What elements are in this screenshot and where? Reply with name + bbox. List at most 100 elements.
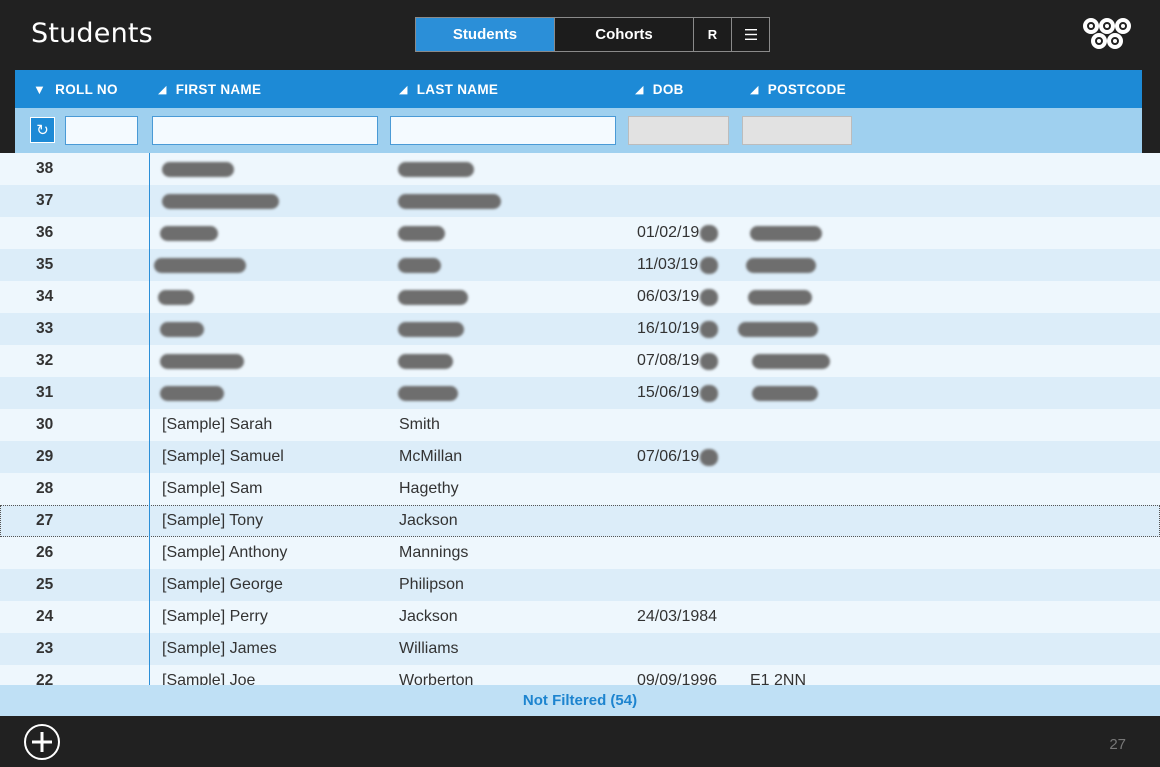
footer-bar: 27 [0,716,1160,767]
table-row[interactable]: 37 [0,185,1160,217]
menu-button[interactable] [732,18,769,51]
column-header-roll-no[interactable]: ▼ ROLL NO [33,70,118,108]
redaction-blur [750,226,822,241]
first-name-cell: [Sample] Samuel [162,448,284,465]
table-row[interactable]: 33 16/10/19 [0,313,1160,345]
filter-status: Not Filtered (54) [0,685,1160,716]
roll-no-cell: 38 [36,160,54,177]
view-switcher: Students Cohorts R [415,17,770,52]
redaction-blur [746,258,816,273]
redaction-blur [160,226,218,241]
column-divider [149,153,150,685]
redaction-blur [154,258,246,273]
roll-no-cell: 37 [36,192,54,209]
table-row[interactable]: 23 [Sample] James Williams [0,633,1160,665]
roll-no-cell: 29 [36,448,54,465]
r-button[interactable]: R [694,18,732,51]
roll-no-cell: 26 [36,544,54,561]
roll-no-cell: 35 [36,256,54,273]
table-row[interactable]: 26 [Sample] Anthony Mannings [0,537,1160,569]
roll-no-cell: 34 [36,288,54,305]
postcode-filter-input[interactable] [742,116,852,145]
last-name-filter-input[interactable] [390,116,616,145]
roll-no-cell: 25 [36,576,54,593]
first-name-cell: [Sample] Sam [162,480,263,497]
redaction-blur [700,449,718,466]
roll-no-cell: 27 [36,512,54,529]
roll-no-filter-input[interactable] [65,116,138,145]
first-name-cell: [Sample] Perry [162,608,268,625]
tab-students[interactable]: Students [416,18,555,51]
redaction-blur [158,290,194,305]
last-name-cell: Hagethy [399,480,459,497]
table-row[interactable]: 34 06/03/19 [0,281,1160,313]
redaction-blur [700,321,718,338]
dob-cell: 07/08/19 [637,352,700,369]
last-name-cell: Mannings [399,544,469,561]
last-name-cell: Jackson [399,512,458,529]
table-row[interactable]: 24 [Sample] Perry Jackson 24/03/1984 [0,601,1160,633]
dob-cell: 15/06/19 [637,384,700,401]
dob-filter-input[interactable] [628,116,729,145]
dob-cell: 24/03/1984 [637,608,718,625]
last-name-cell: Jackson [399,608,458,625]
table-row[interactable]: 29 [Sample] Samuel McMillan 07/06/19 [0,441,1160,473]
redaction-blur [398,162,474,177]
first-name-cell: [Sample] Tony [162,512,264,529]
redaction-blur [160,322,204,337]
first-name-cell: [Sample] Joe [162,672,256,685]
first-name-filter-input[interactable] [152,116,378,145]
dob-cell: 07/06/19 [637,448,700,465]
grid-header: ▼ ROLL NO ◢ FIRST NAME ◢ LAST NAME ◢ DOB… [15,70,1142,108]
redaction-blur [748,290,812,305]
table-row[interactable]: 32 07/08/19 [0,345,1160,377]
refresh-icon: ↻ [36,122,49,139]
add-student-button[interactable] [24,724,60,760]
redaction-blur [398,322,464,337]
table-row[interactable]: 31 15/06/19 [0,377,1160,409]
table-row[interactable]: 30 [Sample] Sarah Smith [0,409,1160,441]
column-header-dob[interactable]: ◢ DOB [635,70,684,108]
table-row[interactable]: 36 01/02/19 [0,217,1160,249]
redaction-blur [398,258,441,273]
table-row[interactable]: 35 11/03/19 [0,249,1160,281]
roll-no-cell: 30 [36,416,54,433]
redaction-blur [700,289,718,306]
table-row[interactable]: 27 [Sample] Tony Jackson [0,505,1160,537]
redaction-blur [700,257,718,274]
dob-cell: 01/02/19 [637,224,700,241]
dob-cell: 11/03/19 [637,256,699,273]
sortable-icon: ◢ [750,83,759,96]
column-header-last-name[interactable]: ◢ LAST NAME [399,70,498,108]
menu-icon [744,29,757,40]
filter-row: ↻ [15,108,1142,153]
dob-cell: 06/03/19 [637,288,700,305]
app-logo-icon [1083,18,1131,49]
refresh-button[interactable]: ↻ [30,117,55,143]
first-name-cell: [Sample] Sarah [162,416,273,433]
redaction-blur [738,322,818,337]
redaction-blur [160,354,244,369]
redaction-blur [398,290,468,305]
roll-no-cell: 36 [36,224,54,241]
dob-cell: 09/09/1996 [637,672,718,685]
table-row[interactable]: 25 [Sample] George Philipson [0,569,1160,601]
column-header-first-name[interactable]: ◢ FIRST NAME [158,70,261,108]
redaction-blur [160,386,224,401]
roll-no-cell: 23 [36,640,54,657]
column-header-postcode[interactable]: ◢ POSTCODE [750,70,846,108]
first-name-cell: [Sample] George [162,576,283,593]
roll-no-cell: 28 [36,480,54,497]
table-row[interactable]: 28 [Sample] Sam Hagethy [0,473,1160,505]
redaction-blur [162,162,234,177]
roll-no-cell: 24 [36,608,54,625]
roll-no-cell: 31 [36,384,54,401]
dob-cell: 16/10/19 [637,320,700,337]
student-list: 38 37 36 01/02/19 35 11/03/19 34 06/03/19 33 16/1… [0,153,1160,685]
selected-count: 27 [1109,736,1126,753]
tab-cohorts[interactable]: Cohorts [555,18,694,51]
postcode-cell: E1 2NN [750,672,807,685]
table-row[interactable]: 22 [Sample] Joe Worberton 09/09/1996 E1 2NN [0,665,1160,685]
top-bar: Students Students Cohorts R [0,0,1160,70]
table-row[interactable]: 38 [0,153,1160,185]
